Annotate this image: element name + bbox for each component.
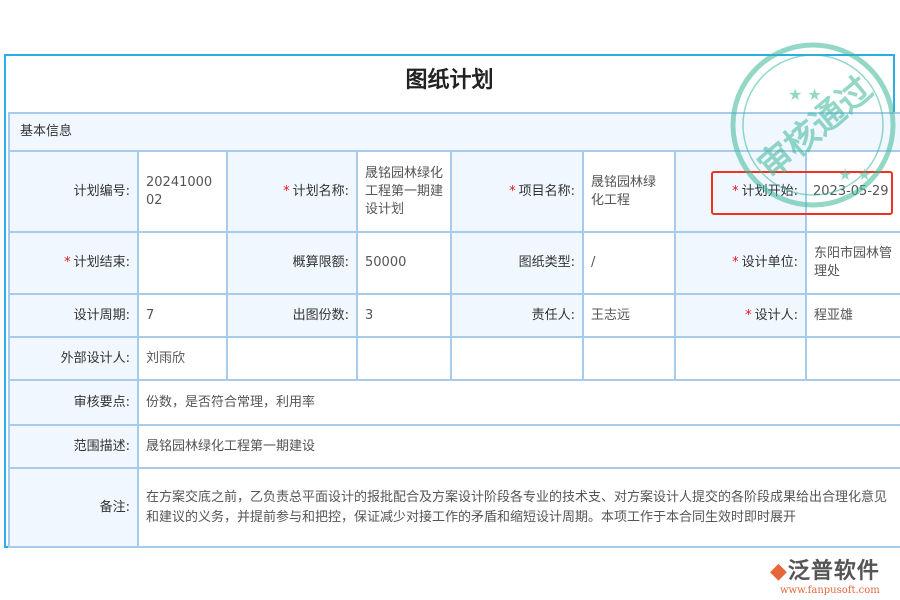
scope-label: 范围描述: <box>9 425 138 468</box>
ext-designer-label: 外部设计人: <box>9 337 138 380</box>
plan-end-label: *计划结束: <box>9 232 138 294</box>
plan-no-label: 计划编号: <box>9 151 138 232</box>
owner-label: 责任人: <box>451 294 583 337</box>
brand-logo: ◆泛普软件 www.fanpusoft.com <box>770 553 880 596</box>
drawing-type-label: 图纸类型: <box>451 232 583 294</box>
plan-name-value: 晟铭园林绿化工程第一期建设计划 <box>357 151 451 232</box>
design-period-value: 7 <box>138 294 227 337</box>
remarks-value: 在方案交底之前，乙负责总平面设计的报批配合及方案设计阶段各专业的技术支、对方案设… <box>138 468 900 547</box>
plan-no-value: 2024100002 <box>138 151 227 232</box>
review-points-value: 份数，是否符合常理，利用率 <box>138 380 900 425</box>
project-name-label: *项目名称: <box>451 151 583 232</box>
form-panel: 图纸计划 基本信息 计划编号: 2024100002 *计划名称: 晟铭园林绿化… <box>4 54 895 548</box>
designer-label: *设计人: <box>675 294 806 337</box>
review-points-label: 审核要点: <box>9 380 138 425</box>
design-unit-value: 东阳市园林管理处 <box>806 232 900 294</box>
plan-end-value <box>138 232 227 294</box>
scope-value: 晟铭园林绿化工程第一期建设 <box>138 425 900 468</box>
section-header: 基本信息 <box>9 113 900 151</box>
project-name-value: 晟铭园林绿化工程 <box>583 151 675 232</box>
copies-label: 出图份数: <box>227 294 357 337</box>
budget-value: 50000 <box>357 232 451 294</box>
copies-value: 3 <box>357 294 451 337</box>
owner-value: 王志远 <box>583 294 675 337</box>
plan-name-label: *计划名称: <box>227 151 357 232</box>
ext-designer-value: 刘雨欣 <box>138 337 227 380</box>
drawing-type-value: / <box>583 232 675 294</box>
design-unit-label: *设计单位: <box>675 232 806 294</box>
design-period-label: 设计周期: <box>9 294 138 337</box>
designer-value: 程亚雄 <box>806 294 900 337</box>
logo-icon: ◆ <box>770 559 788 584</box>
highlight-box <box>711 171 893 215</box>
page-title: 图纸计划 <box>6 56 893 114</box>
remarks-label: 备注: <box>9 468 138 547</box>
budget-label: 概算限额: <box>227 232 357 294</box>
